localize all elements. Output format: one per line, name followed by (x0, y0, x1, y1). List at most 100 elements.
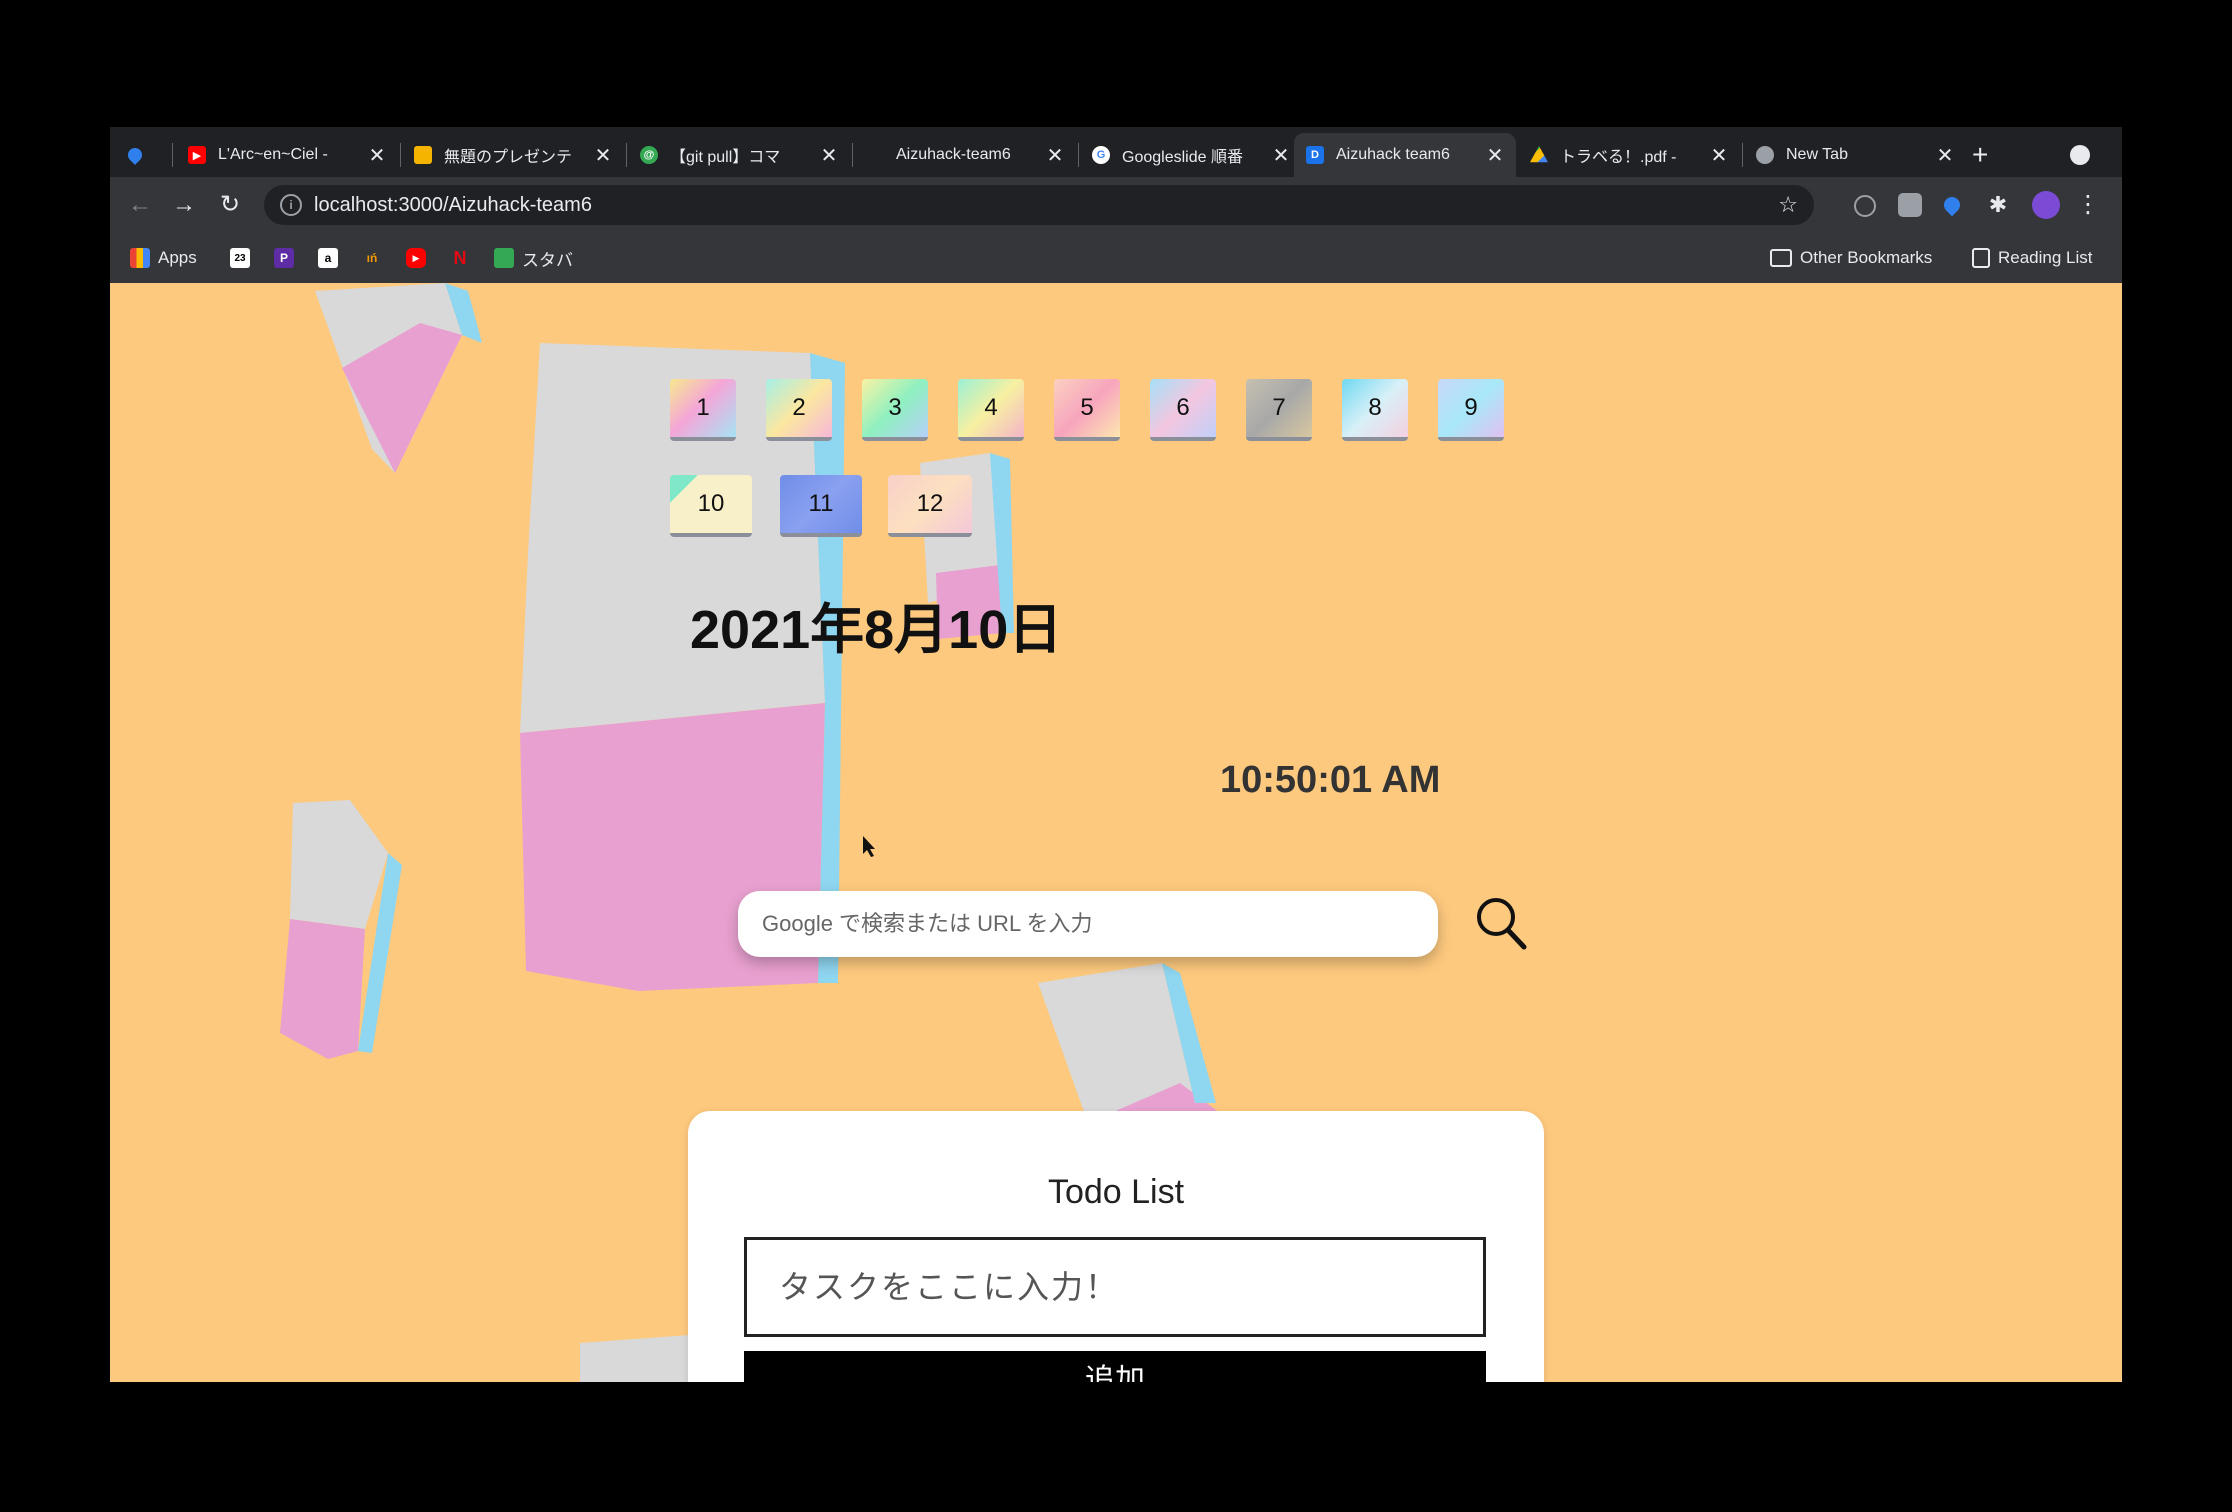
browser-chrome: ▶ L'Arc~en~Ciel - ✕ 無題のプレゼンテ ✕ @ 【git pu… (110, 127, 2122, 283)
tab-search-icon[interactable] (2070, 145, 2090, 165)
bookmark-label: スタバ (522, 250, 573, 270)
todo-task-input[interactable] (777, 1267, 1461, 1307)
reading-list-icon (1972, 248, 1990, 268)
add-task-button[interactable]: 追加 (744, 1351, 1486, 1382)
close-icon[interactable]: ✕ (592, 143, 614, 168)
web-page: 1 2 3 4 5 6 7 8 9 10 11 12 2021年8月10日 10… (110, 283, 2122, 1382)
month-button-6[interactable]: 6 (1150, 379, 1216, 441)
close-icon[interactable]: ✕ (366, 143, 388, 168)
tab-title: トラベる！.pdf - (1560, 149, 1677, 166)
bookmark-apps[interactable]: Apps (130, 247, 197, 269)
github-icon (866, 146, 884, 164)
browser-window: ▶ L'Arc~en~Ciel - ✕ 無題のプレゼンテ ✕ @ 【git pu… (110, 127, 2122, 1382)
tab-title: 【git pull】コマ (670, 149, 781, 166)
toolbar: ← → ↻ i localhost:3000/Aizuhack-team6 ☆ … (110, 177, 2122, 233)
site-icon: 23 (230, 248, 250, 268)
bookmark-label: Reading List (1998, 248, 2093, 267)
forward-button[interactable]: → (166, 187, 202, 223)
google-icon: G (1092, 146, 1110, 164)
extension-save-icon[interactable] (1898, 193, 1922, 217)
gem-icon (125, 145, 145, 165)
month-button-8[interactable]: 8 (1342, 379, 1408, 441)
month-button-7[interactable]: 7 (1246, 379, 1312, 441)
app-icon: D (1306, 146, 1324, 164)
qiita-icon: @ (640, 146, 658, 164)
tab-new-tab[interactable]: New Tab ✕ (1744, 133, 1966, 177)
month-button-1[interactable]: 1 (670, 379, 736, 441)
site-icon: P (274, 248, 294, 268)
site-icon: ıń (366, 251, 378, 265)
tab-title: Googleslide 順番 (1122, 149, 1243, 166)
tab-presentation[interactable]: 無題のプレゼンテ ✕ (402, 133, 624, 177)
search-input[interactable] (760, 910, 1414, 938)
bookmark-2[interactable]: P (274, 247, 302, 269)
close-icon[interactable]: ✕ (1270, 143, 1292, 168)
current-time: 10:50:01 AM (1220, 759, 1441, 801)
bookmark-label: Other Bookmarks (1800, 248, 1933, 267)
tab-travel-pdf[interactable]: トラベる！.pdf - ✕ (1518, 133, 1740, 177)
month-button-11[interactable]: 11 (780, 475, 862, 537)
youtube-icon: ▶ (406, 248, 426, 268)
tab-aizuhack-team6[interactable]: D Aizuhack team6 ✕ (1294, 133, 1516, 177)
tab-strip: ▶ L'Arc~en~Ciel - ✕ 無題のプレゼンテ ✕ @ 【git pu… (110, 127, 2122, 177)
month-button-3[interactable]: 3 (862, 379, 928, 441)
tab-aizuhack-github[interactable]: Aizuhack-team6 ✕ (854, 133, 1076, 177)
close-icon[interactable]: ✕ (1708, 143, 1730, 168)
back-button[interactable]: ← (122, 187, 158, 223)
tab-git-pull[interactable]: @ 【git pull】コマ ✕ (628, 133, 850, 177)
menu-kebab-icon[interactable]: ⋮ (2076, 193, 2100, 217)
other-bookmarks[interactable]: Other Bookmarks (1770, 247, 1932, 269)
close-icon[interactable]: ✕ (1484, 143, 1506, 168)
bookmark-amazon[interactable]: a (318, 247, 346, 269)
todo-card: Todo List 追加 (688, 1111, 1544, 1382)
address-bar[interactable]: i localhost:3000/Aizuhack-team6 ☆ (264, 185, 1814, 225)
bookmark-label: Apps (158, 248, 197, 267)
url-text: localhost:3000/Aizuhack-team6 (314, 193, 592, 216)
bookmark-star-icon[interactable]: ☆ (1778, 192, 1798, 218)
bookmark-1[interactable]: 23 (230, 247, 258, 269)
chrome-icon (1756, 146, 1774, 164)
new-tab-button[interactable]: + (1972, 133, 1988, 177)
month-button-2[interactable]: 2 (766, 379, 832, 441)
tab-title: L'Arc~en~Ciel - (218, 146, 328, 163)
close-icon[interactable]: ✕ (1934, 143, 1956, 168)
slides-icon (414, 146, 432, 164)
netflix-icon: N (453, 247, 467, 268)
bookmarks-bar: Apps 23 P a ıń ▶ N スタバ Other Bookmarks R… (110, 233, 2122, 283)
bookmark-starba[interactable]: スタバ (494, 247, 573, 270)
apps-grid-icon (130, 248, 150, 268)
month-button-4[interactable]: 4 (958, 379, 1024, 441)
info-icon[interactable]: i (280, 194, 302, 216)
close-icon[interactable]: ✕ (818, 143, 840, 168)
extension-gem-icon[interactable] (1940, 193, 1964, 217)
bookmark-netflix[interactable]: N (450, 247, 478, 269)
search-icon[interactable] (1474, 895, 1528, 951)
todo-title: Todo List (1047, 1173, 1185, 1211)
tab-title: Aizuhack team6 (1336, 146, 1450, 163)
tab-pinned[interactable] (116, 133, 158, 177)
tab-googleslide[interactable]: G Googleslide 順番 ✕ (1080, 133, 1302, 177)
tab-larc[interactable]: ▶ L'Arc~en~Ciel - ✕ (176, 133, 398, 177)
starba-icon (494, 248, 514, 268)
tab-title: New Tab (1786, 146, 1848, 163)
drive-icon (1530, 146, 1548, 163)
close-icon[interactable]: ✕ (1044, 143, 1066, 168)
profile-avatar[interactable] (2032, 191, 2060, 219)
reading-list[interactable]: Reading List (1972, 247, 2093, 269)
amazon-icon: a (318, 248, 338, 268)
month-button-12[interactable]: 12 (888, 475, 972, 537)
tab-title: 無題のプレゼンテ (444, 149, 573, 166)
bookmark-4[interactable]: ıń (362, 247, 390, 269)
month-button-9[interactable]: 9 (1438, 379, 1504, 441)
bookmark-youtube[interactable]: ▶ (406, 247, 434, 269)
month-button-5[interactable]: 5 (1054, 379, 1120, 441)
extension-bulb-icon[interactable] (1854, 195, 1876, 217)
extensions-puzzle-icon[interactable]: ✱ (1986, 193, 2010, 217)
search-box (738, 891, 1438, 957)
month-button-10[interactable]: 10 (670, 475, 752, 537)
reload-button[interactable]: ↻ (212, 187, 248, 223)
todo-input-wrapper (744, 1237, 1486, 1337)
mouse-cursor-icon (863, 836, 875, 857)
current-date: 2021年8月10日 (690, 600, 1063, 660)
folder-icon (1770, 249, 1792, 267)
